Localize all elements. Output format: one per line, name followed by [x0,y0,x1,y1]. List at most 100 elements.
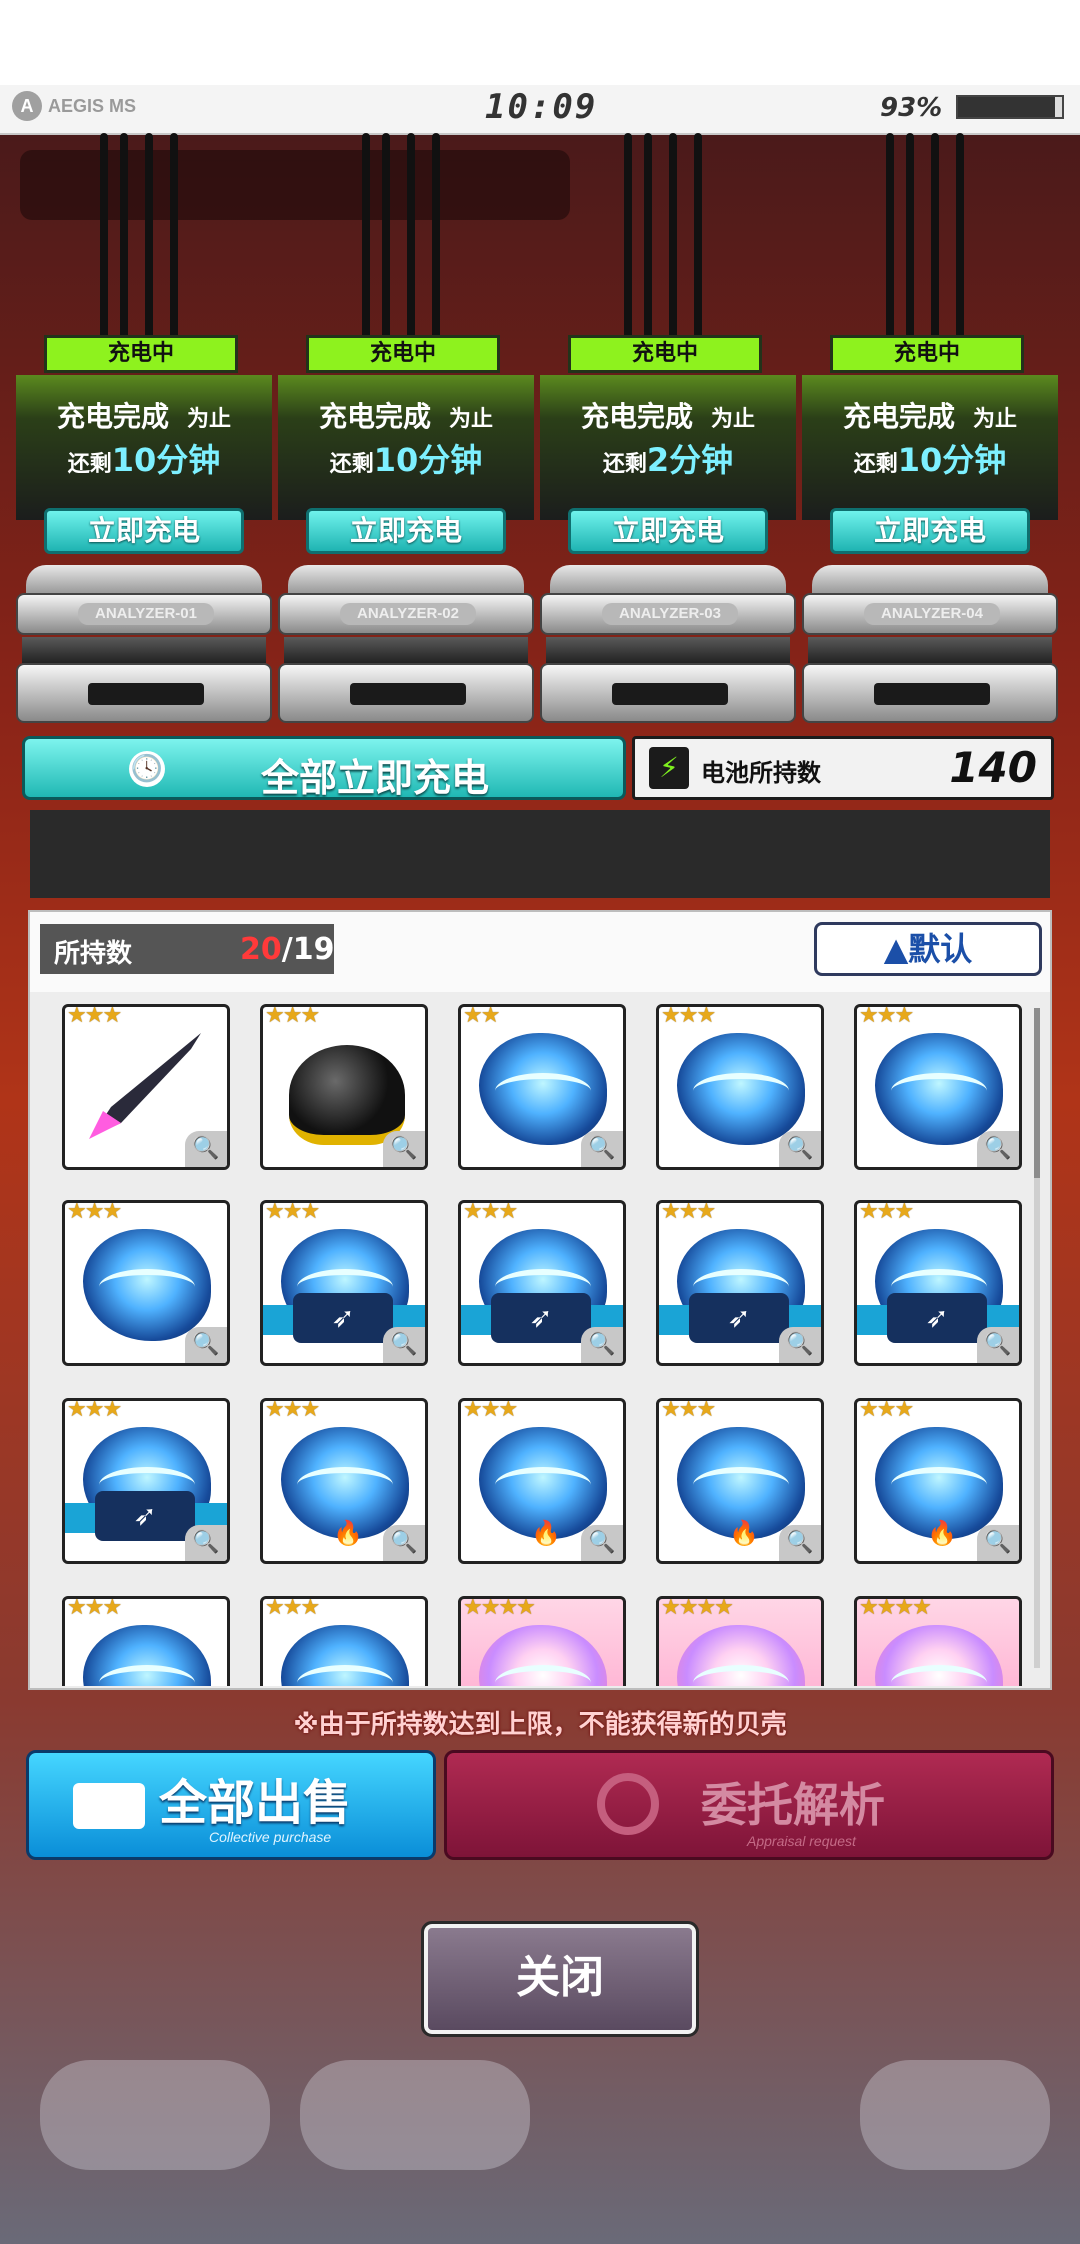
background-nav-item [860,2060,1050,2170]
appraise-button[interactable]: 委托解析 Appraisal request [444,1750,1054,1860]
sell-all-label: 全部出售 [159,1775,352,1831]
inventory-panel: 所持数 20/19 ▲默认 ★★★ 🔍 ★★★ 🔍 ★★ 🔍 ★★★ 🔍 ★★★ 🔍 ★★★ 🔍 ➶ ★★… [28,910,1052,1690]
battery-icon: ⚡ [649,747,689,789]
shell-item-icon [479,1625,607,1686]
battery-count-box: ⚡ 电池所持数 140 [632,736,1054,800]
zoom-icon[interactable]: 🔍 [383,1327,425,1363]
inventory-item[interactable]: 🔥 ★★★ 🔍 [260,1398,428,1564]
inventory-item[interactable]: 🔥 ★★★ 🔍 [854,1398,1022,1564]
zoom-icon[interactable]: 🔍 [383,1525,425,1561]
cables-3 [614,133,734,343]
rarity-stars: ★★★ [265,1004,320,1028]
inventory-item[interactable]: ★★★🔍 [854,1004,1022,1170]
clock-icon: 🕓 [129,751,165,787]
charger-panel: 充电完成 为止 还剩10分钟 [802,375,1058,520]
charge-complete-label: 充电完成 [318,400,431,433]
zoom-icon[interactable]: 🔍 [185,1327,227,1363]
battery-count: 140 [949,743,1037,792]
close-button[interactable]: 关闭 [421,1921,699,2037]
charge-complete-label: 充电完成 [580,400,693,433]
zoom-icon[interactable]: 🔍 [779,1525,821,1561]
inventory-item[interactable]: 🔥 ★★★ 🔍 [458,1398,626,1564]
status-bar: A AEGIS MS 10:09 93% [0,85,1080,135]
inventory-item[interactable]: ★★★★🔍 [854,1596,1022,1686]
inventory-item[interactable]: ★★★★🔍 [458,1596,626,1686]
scrollbar[interactable] [1034,1008,1040,1668]
remain-label: 还剩 [329,452,374,477]
inventory-item[interactable]: ★★★ 🔍 [260,1004,428,1170]
inventory-item[interactable]: ➶ ★★★ 🔍 [854,1200,1022,1366]
zoom-icon[interactable]: 🔍 [779,1131,821,1167]
rarity-stars: ★★★ [67,1398,122,1422]
inventory-item[interactable]: ➶ ★★★ 🔍 [62,1398,230,1564]
rarity-stars: ★★★ [463,1398,518,1422]
shell-item-icon [83,1625,211,1686]
analyzer-plate: ANALYZER-04 [864,603,1000,625]
rarity-stars: ★★★ [265,1596,320,1620]
zoom-icon[interactable]: 🔍 [581,1327,623,1363]
flame-icon: 🔥 [333,1519,363,1547]
inventory-item[interactable]: ★★★🔍 [62,1596,230,1686]
charge-now-button[interactable]: 立即充电 [568,508,768,554]
zoom-icon[interactable]: 🔍 [977,1131,1019,1167]
charge-now-button[interactable]: 立即充电 [306,508,506,554]
sort-button[interactable]: ▲默认 [814,922,1042,976]
shell-item-icon [677,1033,805,1145]
zoom-icon[interactable]: 🔍 [581,1525,623,1561]
charger-2: 充电中 充电完成 为止 还剩10分钟 立即充电 ANALYZER-02 [278,330,534,725]
weapon-icon: ➶ [95,1491,195,1541]
charge-now-button[interactable]: 立即充电 [44,508,244,554]
remain-label: 还剩 [853,452,898,477]
appraise-ring-icon [597,1773,659,1835]
cables-2 [352,133,472,343]
inventory-item[interactable]: ★★★★🔍 [656,1596,824,1686]
rarity-stars: ★★★ [661,1398,716,1422]
inventory-item[interactable]: 🔥 ★★★ 🔍 [656,1398,824,1564]
remain-time: 10分钟 [111,441,221,479]
charge-all-button[interactable]: 🕓 全部立即充电 [22,736,626,800]
clock: 10:09 [485,87,598,127]
zoom-icon[interactable]: 🔍 [383,1131,425,1167]
rarity-stars: ★★★ [265,1200,320,1224]
inventory-item[interactable]: ★★★ 🔍 [62,1200,230,1366]
analyzer-machine: ANALYZER-01 [16,565,272,725]
zoom-icon[interactable]: 🔍 [581,1131,623,1167]
weapon-icon: ➶ [887,1293,987,1343]
inventory-item[interactable]: ★★ 🔍 [458,1004,626,1170]
inventory-item[interactable]: ➶ ★★★ 🔍 [458,1200,626,1366]
sell-all-button[interactable]: 全部出售 Collective purchase [26,1750,436,1860]
appraise-sublabel: Appraisal request [747,1833,856,1849]
zoom-icon[interactable]: 🔍 [185,1525,227,1561]
scrollbar-thumb[interactable] [1034,1008,1040,1178]
charge-now-button[interactable]: 立即充电 [830,508,1030,554]
shell-item-icon [677,1625,805,1686]
zoom-icon[interactable]: 🔍 [977,1525,1019,1561]
inventory-item[interactable]: ➶ ★★★ 🔍 [656,1200,824,1366]
zoom-icon[interactable]: 🔍 [185,1131,227,1167]
inventory-item[interactable]: ★★★🔍 [260,1596,428,1686]
charger-1: 充电中 充电完成 为止 还剩10分钟 立即充电 ANALYZER-01 [16,330,272,725]
background-nav-item [300,2060,530,2170]
inventory-item[interactable]: ➶ ★★★ 🔍 [260,1200,428,1366]
battery-label: 电池所持数 [701,759,821,787]
weapon-icon: ➶ [491,1293,591,1343]
truck-icon [73,1783,145,1829]
rarity-stars: ★★★ [67,1200,122,1224]
inventory-count: 所持数 20/19 [40,924,334,974]
charge-complete-label: 充电完成 [842,400,955,433]
rarity-stars: ★★★★ [463,1596,536,1620]
inventory-item[interactable]: ★★★🔍 [62,1004,230,1170]
rarity-stars: ★★★★ [859,1596,932,1620]
cables-1 [90,133,210,343]
sell-all-sublabel: Collective purchase [209,1829,332,1845]
spear-item-icon [89,1033,201,1139]
zoom-icon[interactable]: 🔍 [779,1327,821,1363]
shell-item-icon [281,1625,409,1686]
charger-panel: 充电完成 为止 还剩10分钟 [16,375,272,520]
zoom-icon[interactable]: 🔍 [977,1327,1019,1363]
until-label: 为止 [711,407,756,432]
rarity-stars: ★★★ [67,1596,122,1620]
analyzer-plate: ANALYZER-01 [78,603,214,625]
inventory-item[interactable]: ★★★🔍 [656,1004,824,1170]
shell-item-icon [479,1033,607,1145]
